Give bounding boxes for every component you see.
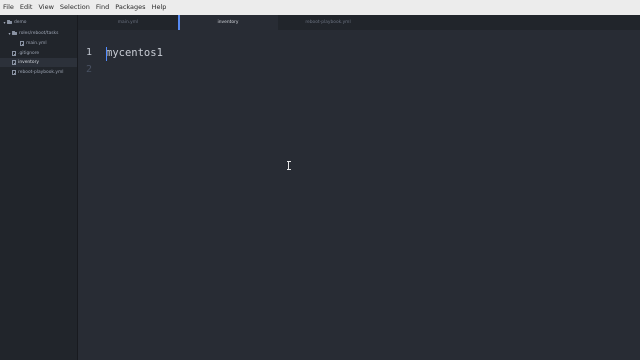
editor-window: ▾ demo ▾ roles/reboot/tasks main.yml .gi… bbox=[0, 15, 640, 360]
tree-file-main-yml[interactable]: main.yml bbox=[0, 39, 77, 48]
menu-packages[interactable]: Packages bbox=[112, 0, 148, 15]
menubar: File Edit View Selection Find Packages H… bbox=[0, 0, 640, 15]
menu-find[interactable]: Find bbox=[93, 0, 112, 15]
tree-file-label: inventory bbox=[18, 60, 39, 65]
file-icon bbox=[20, 41, 24, 46]
tree-file-reboot-playbook[interactable]: reboot-playbook.yml bbox=[0, 68, 77, 77]
file-tree-panel: ▾ demo ▾ roles/reboot/tasks main.yml .gi… bbox=[0, 15, 78, 360]
menu-file[interactable]: File bbox=[0, 0, 17, 15]
tree-root-label: demo bbox=[14, 20, 27, 25]
tab-main-yml[interactable]: main.yml bbox=[78, 15, 178, 30]
file-icon bbox=[12, 70, 16, 75]
tree-file-gitignore[interactable]: .gitignore bbox=[0, 49, 77, 58]
line-number: 1 bbox=[85, 47, 92, 58]
tab-label: inventory bbox=[217, 20, 239, 25]
text-caret bbox=[105, 47, 107, 61]
menu-selection[interactable]: Selection bbox=[57, 0, 93, 15]
line-number-gutter: 1 2 bbox=[78, 30, 102, 360]
tab-label: main.yml bbox=[117, 20, 139, 25]
tree-file-label: main.yml bbox=[26, 41, 47, 46]
file-icon bbox=[12, 60, 16, 65]
tab-reboot-playbook[interactable]: reboot-playbook.yml bbox=[278, 15, 378, 30]
folder-icon bbox=[12, 30, 17, 36]
tab-bar: main.yml inventory reboot-playbook.yml bbox=[78, 15, 640, 30]
tree-root-folder[interactable]: ▾ demo bbox=[0, 18, 77, 27]
file-icon bbox=[12, 51, 16, 56]
tree-file-label: reboot-playbook.yml bbox=[18, 70, 64, 75]
ibeam-cursor-icon bbox=[286, 161, 291, 170]
menu-view[interactable]: View bbox=[35, 0, 56, 15]
tree-file-label: .gitignore bbox=[18, 51, 40, 56]
tab-inventory[interactable]: inventory bbox=[178, 15, 278, 30]
folder-icon bbox=[7, 19, 12, 25]
menu-help[interactable]: Help bbox=[149, 0, 170, 15]
tree-folder-label: roles/reboot/tasks bbox=[19, 31, 59, 36]
tree-file-inventory[interactable]: inventory bbox=[0, 58, 77, 67]
menu-edit[interactable]: Edit bbox=[17, 0, 36, 15]
line-number: 2 bbox=[85, 64, 92, 75]
tree-folder-roles-reboot-tasks[interactable]: ▾ roles/reboot/tasks bbox=[0, 29, 77, 38]
tab-label: reboot-playbook.yml bbox=[305, 20, 351, 25]
text-editor[interactable]: 1 2 mycentos1 bbox=[78, 30, 640, 360]
code-line[interactable]: mycentos1 bbox=[106, 47, 163, 59]
